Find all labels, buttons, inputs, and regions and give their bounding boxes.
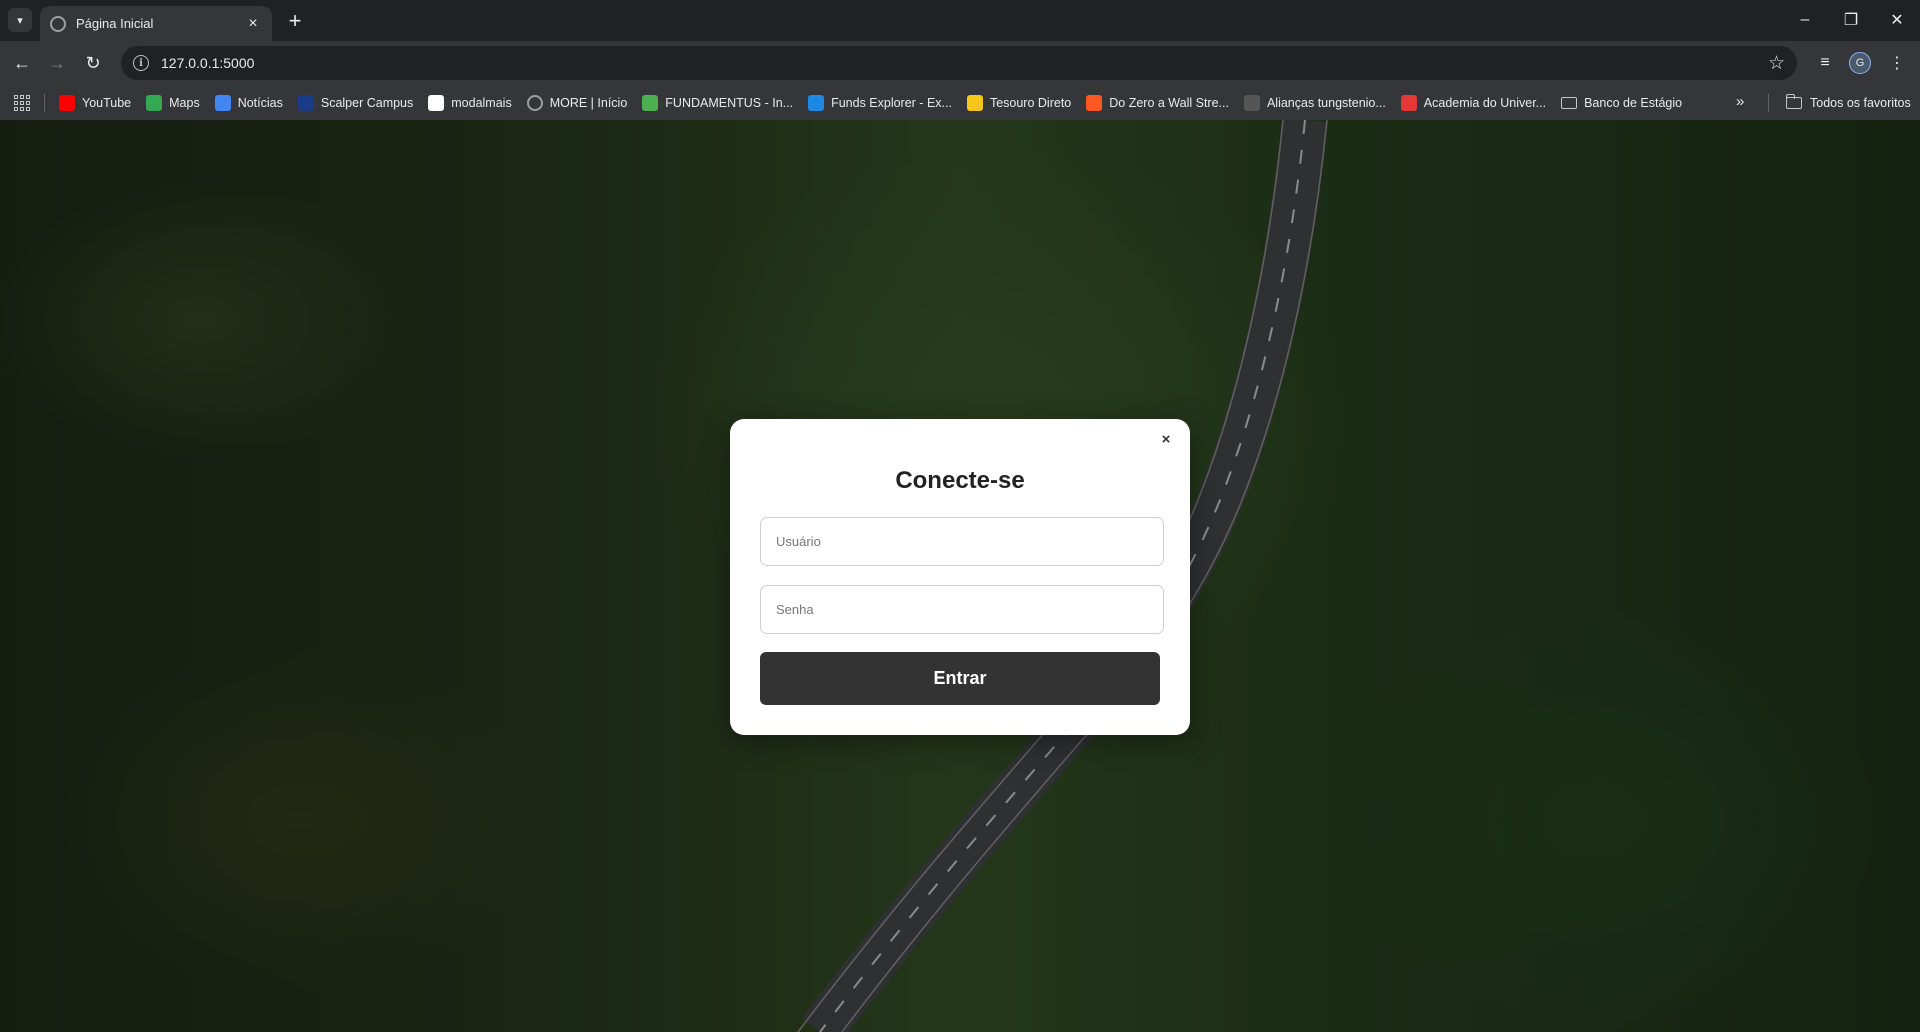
bookmark-label: Funds Explorer - Ex... xyxy=(831,95,952,110)
modal-close-icon[interactable]: × xyxy=(1156,429,1176,449)
username-field[interactable] xyxy=(760,517,1164,566)
globe-icon xyxy=(50,15,66,32)
password-field[interactable] xyxy=(760,585,1164,634)
globe-icon xyxy=(526,94,543,111)
bookmark-label: modalmais xyxy=(451,95,512,110)
bookmark-item[interactable]: Scalper Campus xyxy=(297,94,414,111)
funds-explorer-icon xyxy=(808,94,825,111)
bookmarks-separator xyxy=(44,93,45,112)
academia-icon xyxy=(1400,94,1417,111)
forward-arrow-icon[interactable]: → xyxy=(43,49,71,77)
bookmark-item[interactable]: modalmais xyxy=(428,94,512,111)
bookmark-label: Scalper Campus xyxy=(320,95,414,110)
bookmark-item[interactable]: Tesouro Direto xyxy=(966,94,1072,111)
address-bar[interactable]: i 127.0.0.1:5000 ☆ xyxy=(121,46,1797,80)
bookmarks-separator xyxy=(1768,94,1769,112)
news-icon xyxy=(214,94,231,111)
tab-close-icon[interactable]: × xyxy=(244,15,262,33)
bookmark-item[interactable]: Alianças tungstenio... xyxy=(1243,94,1386,111)
bookmark-item[interactable]: MORE | Início xyxy=(526,94,628,111)
reload-icon[interactable]: ↻ xyxy=(79,49,107,77)
site-info-icon[interactable]: i xyxy=(133,55,149,71)
bookmark-label: MORE | Início xyxy=(549,95,628,110)
restore-icon[interactable]: ❐ xyxy=(1828,0,1874,40)
bookmark-label: Maps xyxy=(169,95,200,110)
bookmark-label: Do Zero a Wall Stre... xyxy=(1109,95,1229,110)
browser-chrome: ▾ Página Inicial × + – ❐ ✕ ← → ↻ i 127.0… xyxy=(0,0,1920,120)
bookmarks-overflow-icon[interactable]: » xyxy=(1736,93,1744,110)
bookmark-item[interactable]: YouTube xyxy=(59,94,132,111)
tab-search-chevron-icon[interactable]: ▾ xyxy=(8,8,32,32)
all-bookmarks-label: Todos os favoritos xyxy=(1810,95,1911,110)
ring-icon xyxy=(1243,94,1260,111)
bookmark-item[interactable]: Banco de Estágio xyxy=(1561,96,1682,110)
toolbar: ← → ↻ i 127.0.0.1:5000 ☆ ≡ G ⋮ xyxy=(0,41,1920,85)
bookmark-item[interactable]: FUNDAMENTUS - In... xyxy=(642,94,794,111)
youtube-icon xyxy=(59,94,75,111)
fire-icon xyxy=(1086,94,1103,111)
tab-strip: ▾ Página Inicial × + – ❐ ✕ xyxy=(0,0,1920,41)
bookmark-label: Notícias xyxy=(237,95,283,110)
bookmark-item[interactable]: Academia do Univer... xyxy=(1400,94,1547,111)
login-button[interactable]: Entrar xyxy=(760,652,1160,705)
media-control-icon[interactable]: ≡ xyxy=(1812,50,1838,76)
login-modal: × Conecte-se Entrar xyxy=(730,419,1190,735)
page-background: × Conecte-se Entrar xyxy=(0,120,1920,1032)
bookmark-item[interactable]: Do Zero a Wall Stre... xyxy=(1086,94,1229,111)
apps-grid-icon[interactable] xyxy=(14,94,30,111)
bookmark-label: YouTube xyxy=(82,95,132,110)
scalper-icon xyxy=(297,94,314,111)
bookmark-item[interactable]: Notícias xyxy=(214,94,283,111)
maps-icon xyxy=(146,94,163,111)
folder-icon xyxy=(1786,93,1802,109)
bookmark-item[interactable]: Funds Explorer - Ex... xyxy=(808,94,952,111)
bookmark-star-icon[interactable]: ☆ xyxy=(1768,52,1785,75)
tab-active[interactable]: Página Inicial × xyxy=(40,6,272,41)
tesouro-icon xyxy=(966,94,983,111)
url-text[interactable]: 127.0.0.1:5000 xyxy=(161,55,254,71)
modal-title: Conecte-se xyxy=(895,467,1025,494)
new-tab-plus-icon[interactable]: + xyxy=(282,8,308,34)
bookmarks-bar: YouTube Maps Notícias Scalper Campus modalma… xyxy=(0,85,1920,120)
bookmark-label: Banco de Estágio xyxy=(1584,95,1683,110)
more-menu-icon[interactable]: ⋮ xyxy=(1884,50,1910,76)
minimize-icon[interactable]: – xyxy=(1782,0,1828,40)
profile-avatar[interactable]: G xyxy=(1849,52,1871,74)
tab-title: Página Inicial xyxy=(76,16,154,31)
bookmark-item[interactable]: Maps xyxy=(146,94,200,111)
bookmark-label: Tesouro Direto xyxy=(989,95,1072,110)
bookmark-label: FUNDAMENTUS - In... xyxy=(665,95,794,110)
bookmark-label: Academia do Univer... xyxy=(1423,95,1547,110)
fundamentus-icon xyxy=(642,94,659,111)
back-arrow-icon[interactable]: ← xyxy=(8,49,36,77)
all-bookmarks-folder[interactable]: Todos os favoritos xyxy=(1786,85,1911,120)
window-close-icon[interactable]: ✕ xyxy=(1874,0,1920,40)
modalmais-icon xyxy=(428,94,445,111)
folder-icon xyxy=(1561,96,1578,109)
bookmark-label: Alianças tungstenio... xyxy=(1266,95,1386,110)
